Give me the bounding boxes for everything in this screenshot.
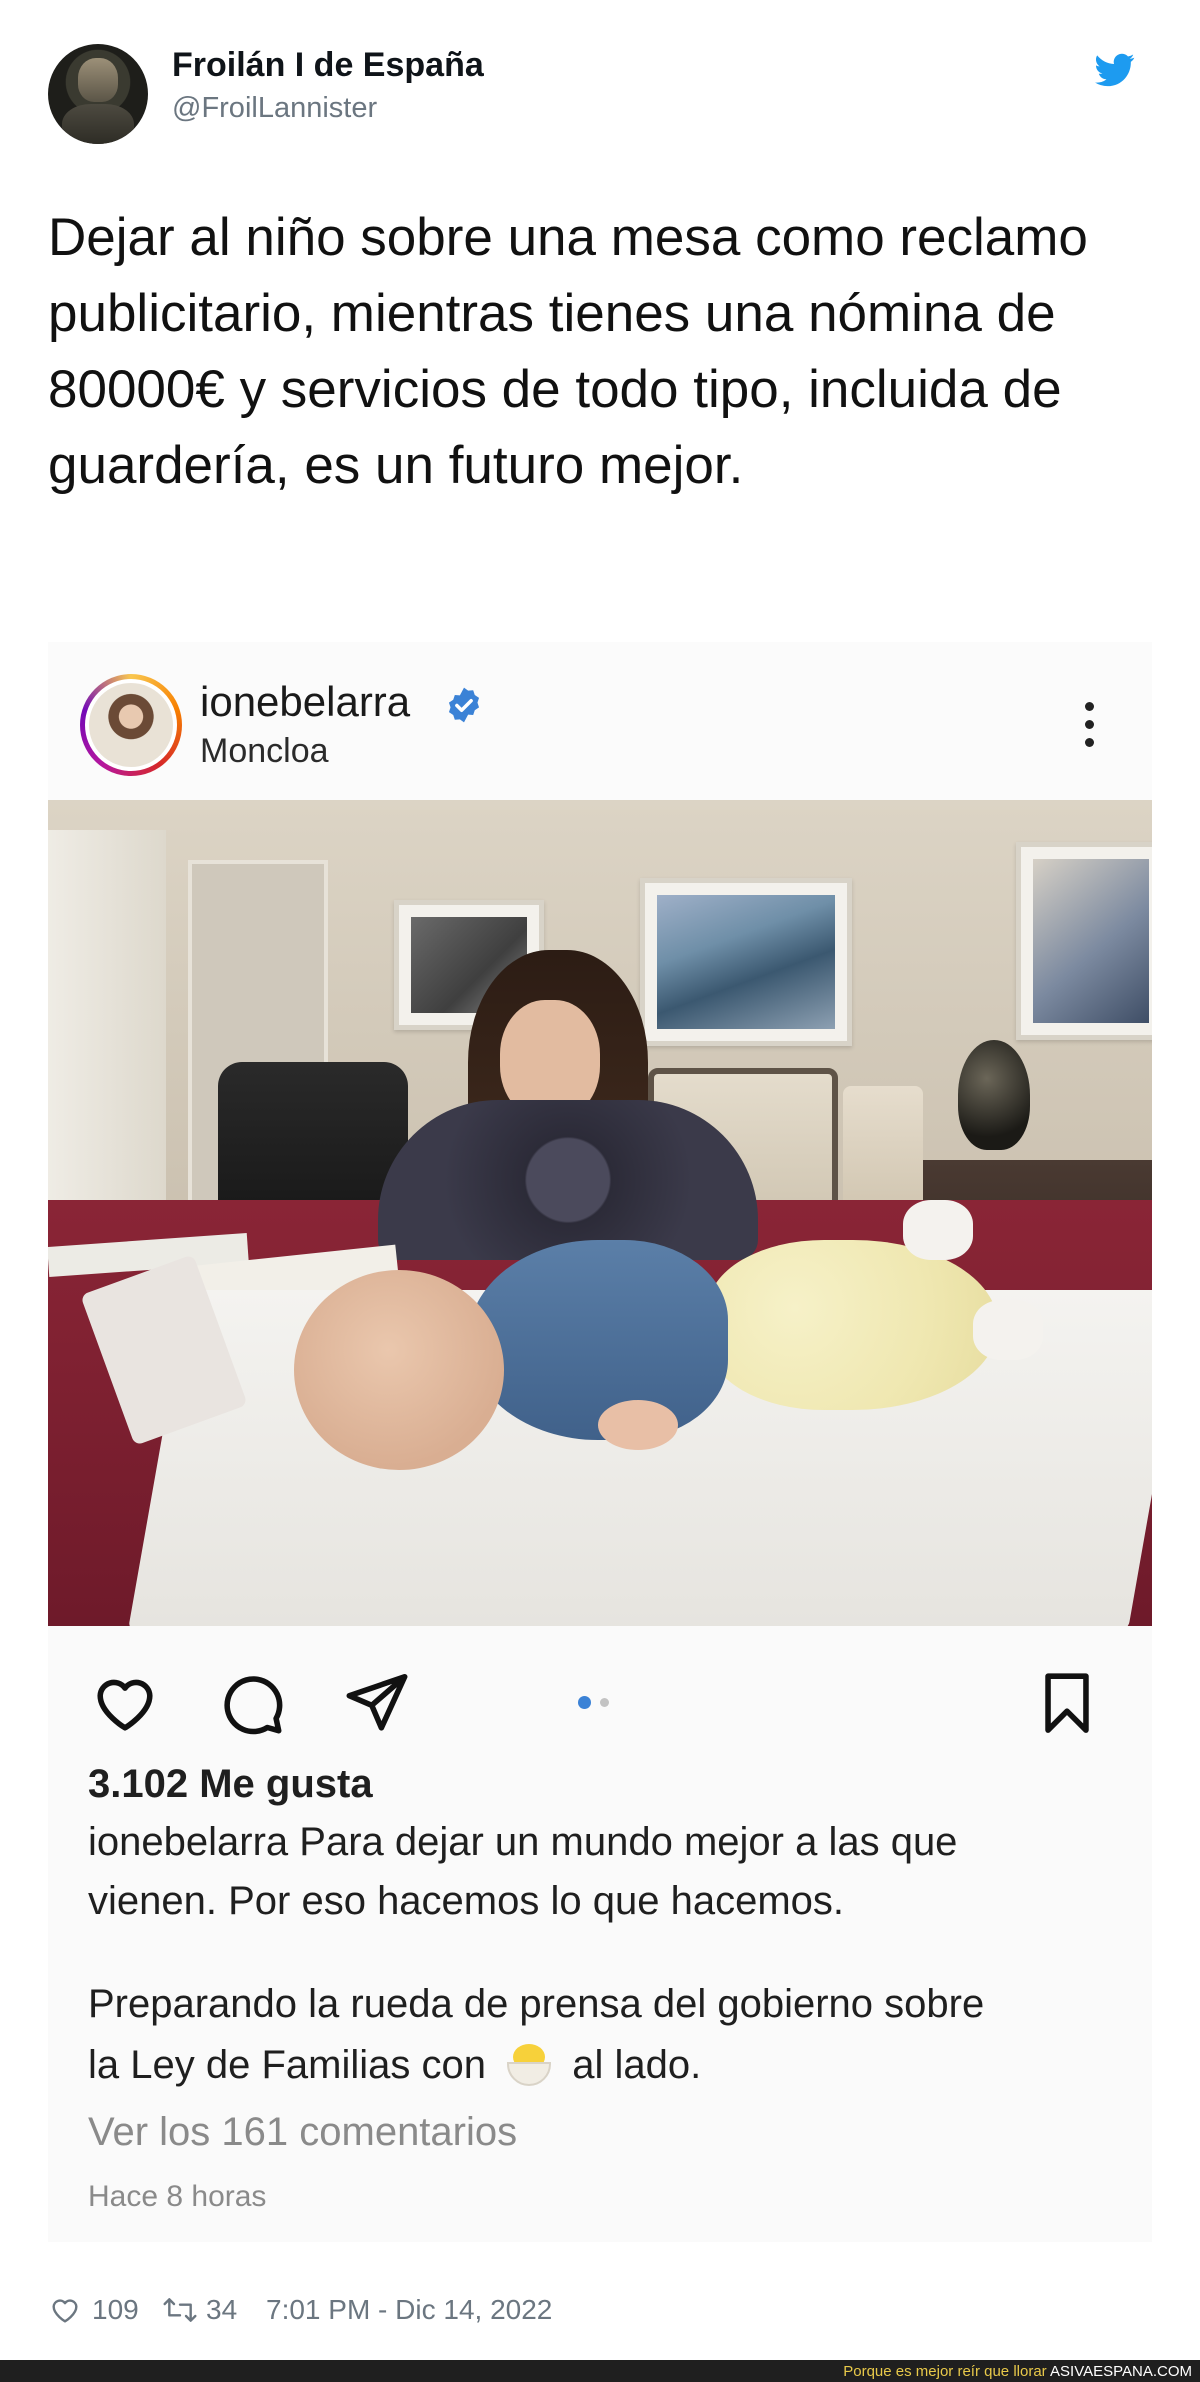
watermark-text: Porque es mejor reír que llorar ASIVAESP… [843, 2363, 1192, 2380]
tweet-header: Froilán I de España @FroilLannister [48, 44, 1152, 148]
caption-username: ionebelarra [88, 1820, 289, 1864]
instagram-action-bar [48, 1626, 1152, 1756]
caption-text-1: Para dejar un mundo mejor a las que [299, 1820, 958, 1864]
hatching-chick-emoji [505, 2042, 553, 2086]
caption-line-3: Preparando la rueda de prensa del gobier… [88, 1982, 985, 2026]
heart-icon [97, 1679, 153, 1731]
watermark-bar: Porque es mejor reír que llorar ASIVAESP… [0, 2360, 1200, 2382]
instagram-location: Moncloa [200, 732, 329, 770]
twitter-bird-icon[interactable] [1092, 50, 1138, 90]
retweet-icon[interactable] [160, 2294, 200, 2326]
comment-icon [224, 1676, 283, 1735]
like-count: 3.102 Me gusta [88, 1762, 373, 1806]
tweet-timestamp[interactable]: 7:01 PM - Dic 14, 2022 [266, 2294, 552, 2326]
share-icon [346, 1673, 408, 1731]
instagram-post-screenshot[interactable]: ionebelarra Moncloa 3.102 Me gusta ioneb… [48, 642, 1152, 2242]
view-comments-link: Ver los 161 comentarios [88, 2110, 518, 2154]
verified-badge-icon [448, 687, 480, 723]
instagram-post-header: ionebelarra Moncloa [48, 642, 1152, 800]
instagram-username: ionebelarra [200, 678, 411, 725]
tweet-text: Dejar al niño sobre una mesa como reclam… [48, 208, 1088, 495]
tweet-retweet-count[interactable]: 34 [206, 2294, 237, 2326]
more-options-icon [1084, 702, 1096, 752]
author-handle[interactable]: @FroilLannister [172, 92, 377, 125]
tweet-like-count[interactable]: 109 [92, 2294, 139, 2326]
instagram-avatar [80, 674, 182, 776]
bookmark-icon [1045, 1673, 1089, 1733]
tweet-footer: 109 34 7:01 PM - Dic 14, 2022 [48, 2290, 1152, 2334]
watermark-site[interactable]: ASIVAESPANA.COM [1050, 2363, 1192, 2380]
caption-line-2: vienen. Por eso hacemos lo que hacemos. [88, 1879, 844, 1923]
author-name[interactable]: Froilán I de España [172, 46, 484, 85]
watermark-tagline: Porque es mejor reír que llorar [843, 2363, 1047, 2380]
caption-text-4a: la Ley de Familias con [88, 2043, 486, 2087]
carousel-indicator [578, 1696, 618, 1710]
author-avatar[interactable] [48, 44, 148, 144]
post-photo [48, 800, 1152, 1626]
post-time-ago: Hace 8 horas [88, 2180, 267, 2213]
caption-line-1: ionebelarra Para dejar un mundo mejor a … [88, 1820, 957, 1865]
caption-line-4: la Ley de Familias con al lado. [88, 2042, 701, 2088]
heart-icon[interactable] [48, 2294, 82, 2326]
caption-text-4b: al lado. [572, 2043, 702, 2087]
